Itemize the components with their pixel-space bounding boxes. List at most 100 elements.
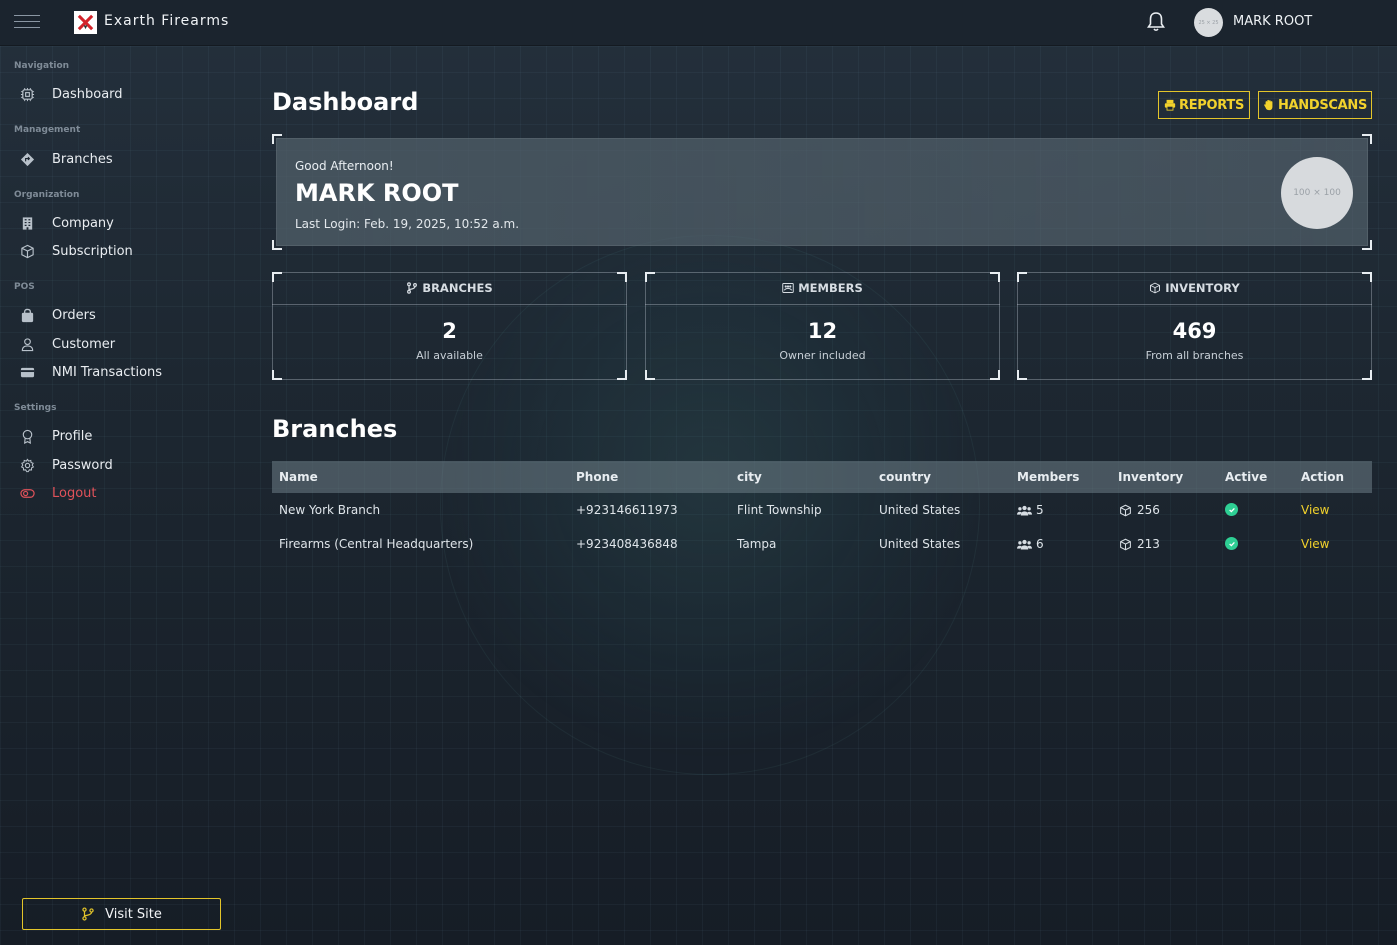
stat-subtext: From all branches xyxy=(1145,349,1244,362)
cell-city: Tampa xyxy=(737,537,777,551)
cell-name: New York Branch xyxy=(279,503,381,517)
nav-section-title: Management xyxy=(14,125,81,135)
sidebar-item-label: Profile xyxy=(52,428,93,444)
nav-section-title: Organization xyxy=(14,190,80,200)
branches-icon xyxy=(18,150,36,168)
welcome-user-name: MARK ROOT xyxy=(295,179,459,207)
active-check-icon xyxy=(1225,503,1238,516)
stat-card-inventory: INVENTORY 469 From all branches xyxy=(1017,272,1372,380)
stat-value: 469 xyxy=(1172,319,1217,343)
stat-card-members: MEMBERS 12 Owner included xyxy=(645,272,1000,380)
sidebar-item-label: Subscription xyxy=(52,243,133,259)
members-icon xyxy=(782,283,794,293)
avatar-placeholder-text: 25 × 25 xyxy=(1198,19,1219,26)
visit-site-button[interactable]: Visit Site xyxy=(22,898,221,930)
box-icon xyxy=(1120,538,1131,550)
active-check-icon xyxy=(1225,537,1238,550)
top-bar: Exarth Firearms 25 × 25 MARK ROOT xyxy=(0,0,1397,46)
column-header[interactable]: country xyxy=(879,470,931,484)
page-title: Dashboard xyxy=(272,88,419,116)
stat-title: INVENTORY xyxy=(1165,281,1240,295)
handscans-button[interactable]: HANDSCANS xyxy=(1258,91,1372,119)
sidebar-item-nmi-transactions[interactable]: NMI Transactions xyxy=(18,360,228,384)
branches-section-title: Branches xyxy=(272,415,398,443)
cell-inventory: 213 xyxy=(1118,537,1160,551)
sidebar-item-company[interactable]: Company xyxy=(18,211,228,235)
welcome-card: Good Afternoon! MARK ROOT Last Login: Fe… xyxy=(272,134,1372,250)
branch-icon xyxy=(407,282,418,294)
cell-active xyxy=(1225,537,1238,550)
column-header[interactable]: Members xyxy=(1017,470,1079,484)
table-row: Firearms (Central Headquarters) +9234084… xyxy=(272,527,1372,561)
cell-country: United States xyxy=(879,537,961,551)
stat-value: 12 xyxy=(807,319,838,343)
box-icon xyxy=(1150,282,1161,294)
user-avatar[interactable]: 25 × 25 xyxy=(1194,8,1223,37)
column-header[interactable]: Phone xyxy=(576,470,618,484)
user-icon xyxy=(18,335,36,353)
sidebar-item-logout[interactable]: Logout xyxy=(18,481,228,505)
user-name[interactable]: MARK ROOT xyxy=(1233,14,1312,29)
bag-icon xyxy=(18,306,36,324)
logout-icon xyxy=(18,484,36,502)
branch-icon xyxy=(82,907,94,921)
building-icon xyxy=(18,214,36,232)
sidebar-item-password[interactable]: Password xyxy=(18,453,228,477)
sidebar-item-profile[interactable]: Profile xyxy=(18,424,228,448)
column-header[interactable]: Active xyxy=(1225,470,1267,484)
sidebar-item-label: Customer xyxy=(52,336,116,352)
card-icon xyxy=(18,363,36,381)
nav-section-title: POS xyxy=(14,282,35,292)
app-logo[interactable] xyxy=(74,11,97,34)
sidebar-item-label: Orders xyxy=(52,307,96,323)
nav-section-title: Navigation xyxy=(14,61,70,71)
cell-name: Firearms (Central Headquarters) xyxy=(279,537,474,551)
app-title[interactable]: Exarth Firearms xyxy=(104,13,229,29)
members-count: 5 xyxy=(1036,503,1044,517)
sidebar-item-customer[interactable]: Customer xyxy=(18,332,228,356)
stat-subtext: All available xyxy=(416,349,483,362)
hamburger-menu-icon[interactable] xyxy=(14,15,40,29)
gear-icon xyxy=(18,456,36,474)
inventory-count: 213 xyxy=(1137,537,1160,551)
table-row: New York Branch +923146611973 Flint Town… xyxy=(272,493,1372,527)
cell-inventory: 256 xyxy=(1118,503,1160,517)
branches-table: Name Phone city country Members Inventor… xyxy=(272,461,1372,561)
cube-icon xyxy=(18,242,36,260)
users-icon xyxy=(1017,505,1032,515)
stat-subtext: Owner included xyxy=(779,349,866,362)
users-icon xyxy=(1017,539,1032,549)
column-header[interactable]: city xyxy=(737,470,762,484)
sidebar-item-orders[interactable]: Orders xyxy=(18,303,228,327)
view-branch-link[interactable]: View xyxy=(1301,503,1329,517)
sidebar-item-label: Company xyxy=(52,215,114,231)
sidebar-item-label: NMI Transactions xyxy=(52,364,163,380)
greeting-text: Good Afternoon! xyxy=(295,159,394,173)
sidebar-item-branches[interactable]: Branches xyxy=(18,147,228,171)
reports-button[interactable]: REPORTS xyxy=(1158,91,1250,119)
dashboard-icon xyxy=(18,85,36,103)
sidebar: Navigation Dashboard Management Branches… xyxy=(0,46,240,945)
printer-icon xyxy=(1164,99,1176,111)
view-branch-link[interactable]: View xyxy=(1301,537,1329,551)
last-login-text: Last Login: Feb. 19, 2025, 10:52 a.m. xyxy=(295,217,520,231)
column-header[interactable]: Inventory xyxy=(1118,470,1183,484)
badge-icon xyxy=(18,427,36,445)
sidebar-item-dashboard[interactable]: Dashboard xyxy=(18,82,228,106)
sidebar-item-label: Dashboard xyxy=(52,86,123,102)
column-header[interactable]: Name xyxy=(279,470,318,484)
cell-members: 6 xyxy=(1017,537,1044,551)
cell-phone: +923146611973 xyxy=(576,503,678,517)
cell-phone: +923408436848 xyxy=(576,537,678,551)
members-count: 6 xyxy=(1036,537,1044,551)
sidebar-item-label: Password xyxy=(52,457,113,473)
sidebar-item-subscription[interactable]: Subscription xyxy=(18,239,228,263)
visit-site-label: Visit Site xyxy=(105,906,162,922)
handscans-label: HANDSCANS xyxy=(1277,97,1368,113)
logo-x-icon xyxy=(77,14,94,31)
column-header[interactable]: Action xyxy=(1301,470,1344,484)
reports-label: REPORTS xyxy=(1178,97,1245,113)
notification-bell-icon[interactable] xyxy=(1146,11,1166,33)
sidebar-item-label: Logout xyxy=(52,485,97,501)
cell-country: United States xyxy=(879,503,961,517)
